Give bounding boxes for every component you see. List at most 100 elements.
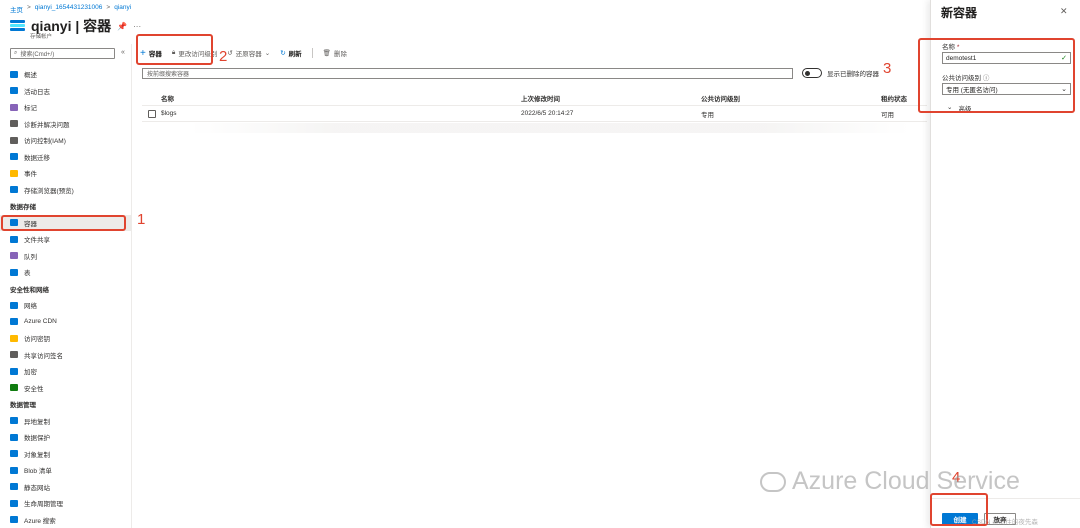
sidebar-item[interactable]: 事件 bbox=[0, 165, 131, 182]
container-modified: 2022/6/5 20:14:27 bbox=[521, 110, 574, 117]
sidebar-item[interactable]: 异地复制 bbox=[0, 413, 131, 430]
sidebar-item[interactable]: 网络 bbox=[0, 297, 131, 314]
sidebar-item[interactable]: 标记 bbox=[0, 99, 131, 116]
annotation-box-1 bbox=[1, 215, 126, 231]
sidebar-item-icon bbox=[10, 70, 18, 78]
breadcrumb: 主页 > qianyi_1654431231006 > qianyi bbox=[10, 4, 131, 14]
collapse-sidebar-icon[interactable]: « bbox=[121, 49, 125, 56]
sidebar-item-label: 共享访问签名 bbox=[24, 352, 63, 360]
chevron-down-icon: ⌄ bbox=[264, 50, 271, 57]
sidebar-item[interactable]: 加密 bbox=[0, 363, 131, 380]
breadcrumb-account[interactable]: qianyi bbox=[114, 4, 131, 14]
sidebar-item[interactable]: Blob 清单 bbox=[0, 462, 131, 479]
sidebar-item[interactable]: 静态网站 bbox=[0, 479, 131, 496]
sidebar-item-label: Azure 搜索 bbox=[24, 517, 56, 525]
restore-container-button[interactable]: ↺ 还原容器 ⌄ bbox=[227, 48, 270, 58]
container-access: 专用 bbox=[701, 111, 714, 119]
sidebar-item-label: 对象复制 bbox=[24, 451, 50, 459]
annotation-number-2: 2 bbox=[219, 48, 228, 65]
sidebar-item[interactable]: 文件共享 bbox=[0, 231, 131, 248]
table-header: 名称 上次修改时间 公共访问级别 租约状态 bbox=[142, 90, 927, 106]
sidebar-item-icon bbox=[10, 169, 18, 177]
sidebar-item-label: Azure CDN bbox=[24, 318, 57, 326]
sidebar-item[interactable]: 存储浏览器(预览) bbox=[0, 182, 131, 199]
container-filter-input[interactable]: 按前缀搜索容器 bbox=[142, 68, 793, 79]
column-header-modified[interactable]: 上次修改时间 bbox=[521, 93, 701, 103]
sidebar-item[interactable]: 共享访问签名 bbox=[0, 347, 131, 364]
sidebar-item-label: 静态网站 bbox=[24, 484, 50, 492]
watermark-text: Azure Cloud Service bbox=[792, 467, 1020, 495]
sidebar-item-icon bbox=[10, 483, 18, 491]
sidebar-item-label: 数据保护 bbox=[24, 435, 50, 443]
sidebar-item-icon bbox=[10, 351, 18, 359]
sidebar-item-icon bbox=[10, 334, 18, 342]
sidebar-item-icon bbox=[10, 450, 18, 458]
sidebar-item[interactable]: Azure 搜索 bbox=[0, 512, 131, 528]
sidebar-item-icon bbox=[10, 301, 18, 309]
sidebar-item-label: Blob 清单 bbox=[24, 468, 52, 476]
sidebar-item-label: 标记 bbox=[24, 105, 37, 113]
sidebar-item[interactable]: 数据迁移 bbox=[0, 149, 131, 166]
sidebar-item-icon bbox=[10, 466, 18, 474]
sidebar-item[interactable]: 诊断并解决问题 bbox=[0, 116, 131, 133]
sidebar-section-heading: 数据存储 bbox=[10, 204, 36, 212]
sidebar-item-label: 访问控制(IAM) bbox=[24, 138, 66, 146]
show-deleted-toggle[interactable] bbox=[802, 68, 822, 78]
toolbar-divider bbox=[311, 48, 313, 58]
column-header-name[interactable]: 名称 bbox=[161, 93, 521, 103]
sidebar-item-label: 队列 bbox=[24, 253, 37, 261]
sidebar-item-icon bbox=[10, 417, 18, 425]
sidebar-item[interactable]: 活动日志 bbox=[0, 83, 131, 100]
sidebar-item-label: 事件 bbox=[24, 171, 37, 179]
sidebar-item-icon bbox=[10, 120, 18, 128]
sidebar-item[interactable]: Azure CDN bbox=[0, 314, 131, 331]
sidebar-item-icon bbox=[10, 252, 18, 260]
sidebar-section-heading: 安全性和网络 bbox=[10, 286, 49, 294]
sidebar-search-input[interactable]: ⌕ 搜索(Cmd+/) bbox=[10, 48, 115, 59]
breadcrumb-resource-group[interactable]: qianyi_1654431231006 bbox=[35, 4, 103, 14]
sidebar-item-icon bbox=[10, 268, 18, 276]
close-icon[interactable]: ✕ bbox=[1060, 6, 1068, 17]
csdn-credit: CSDN @向往的夜先森 bbox=[972, 519, 1038, 526]
sidebar-item-label: 异地复制 bbox=[24, 418, 50, 426]
sidebar-item-icon bbox=[10, 516, 18, 524]
sidebar-item[interactable]: 访问密钥 bbox=[0, 330, 131, 347]
sidebar-item-icon bbox=[10, 153, 18, 161]
sidebar: ⌕ 搜索(Cmd+/) « 概述 活动日志标记诊断并解决问题访问控制(IAM) 数据… bbox=[0, 44, 132, 528]
sidebar-item-label: 安全性 bbox=[24, 385, 44, 393]
containers-table: 名称 上次修改时间 公共访问级别 租约状态 $logs 2022/6/5 20:… bbox=[142, 90, 927, 122]
sidebar-item-icon bbox=[10, 136, 18, 144]
sidebar-nav: 概述 活动日志标记诊断并解决问题访问控制(IAM) 数据迁移事件存储浏览器(预览) 数… bbox=[0, 66, 131, 528]
refresh-button[interactable]: ↻ 刷新 bbox=[280, 48, 301, 58]
container-name[interactable]: $logs bbox=[161, 110, 521, 117]
sidebar-item-label: 文件共享 bbox=[24, 237, 50, 245]
row-checkbox[interactable] bbox=[147, 109, 156, 118]
sidebar-item-label: 访问密钥 bbox=[24, 336, 50, 344]
sidebar-item-icon bbox=[10, 367, 18, 375]
sidebar-item-icon bbox=[10, 499, 18, 507]
sidebar-item[interactable]: 安全性 bbox=[0, 380, 131, 397]
breadcrumb-home[interactable]: 主页 bbox=[10, 4, 23, 14]
search-placeholder: 搜索(Cmd+/) bbox=[20, 52, 55, 58]
sidebar-item[interactable]: 访问控制(IAM) bbox=[0, 132, 131, 149]
refresh-label: 刷新 bbox=[288, 51, 302, 58]
sidebar-item-icon bbox=[10, 103, 18, 111]
wechat-icon bbox=[760, 471, 786, 492]
refresh-icon: ↻ bbox=[280, 50, 286, 57]
sidebar-item[interactable]: 对象复制 bbox=[0, 446, 131, 463]
delete-button[interactable]: 🗑︎ 删除 bbox=[323, 48, 347, 58]
sidebar-item[interactable]: 数据保护 bbox=[0, 429, 131, 446]
sidebar-item[interactable]: 生命周期管理 bbox=[0, 495, 131, 512]
blurred-region bbox=[190, 123, 910, 133]
more-icon[interactable]: ··· bbox=[133, 22, 141, 31]
sidebar-item-icon bbox=[10, 384, 18, 392]
column-header-access[interactable]: 公共访问级别 bbox=[701, 93, 881, 103]
sidebar-item[interactable]: 队列 bbox=[0, 248, 131, 265]
watermark: Azure Cloud Service bbox=[760, 467, 1020, 496]
sidebar-item-label: 数据迁移 bbox=[24, 154, 50, 162]
sidebar-item[interactable]: 概述 bbox=[0, 66, 131, 83]
table-row[interactable]: $logs 2022/6/5 20:14:27 专用 可用 bbox=[142, 106, 927, 122]
sidebar-item[interactable]: 表 bbox=[0, 264, 131, 281]
pin-icon[interactable]: 📌 bbox=[117, 22, 127, 31]
show-deleted-toggle-wrap: 显示已删除的容器 bbox=[802, 68, 879, 78]
